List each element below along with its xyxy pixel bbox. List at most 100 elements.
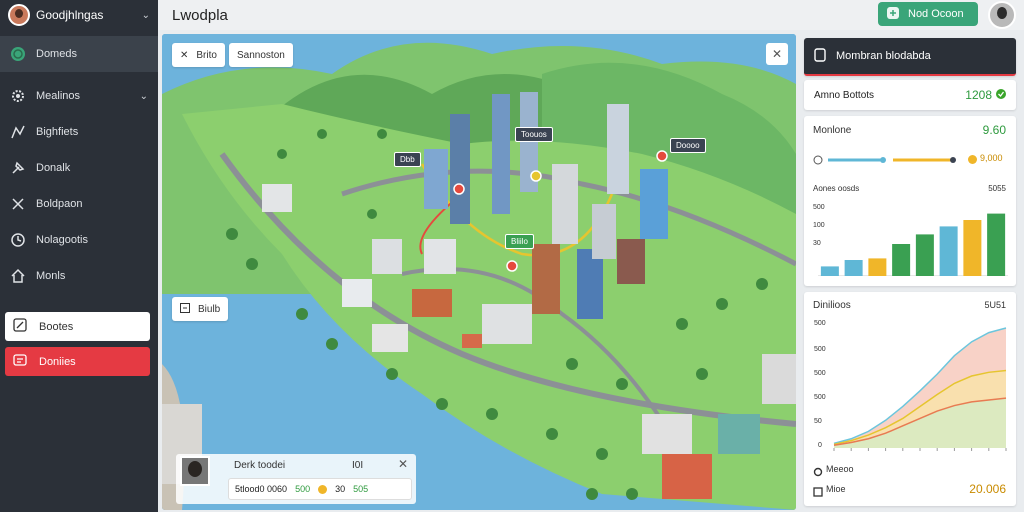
sidebar-header[interactable]: Goodjhlngas ⌄	[0, 0, 158, 30]
map-label[interactable]: Toouos	[515, 127, 553, 142]
sidebar: Goodjhlngas ⌄ Domeds Mealinos ⌄ Bighfiet…	[0, 0, 158, 512]
close-icon[interactable]: ✕	[766, 43, 788, 65]
button-label: Nod Ocoon	[908, 8, 964, 20]
close-filter-chip[interactable]: ✕ Brito	[172, 43, 225, 67]
bar	[892, 244, 911, 276]
new-action-button[interactable]: Nod Ocoon	[878, 2, 978, 26]
sub-value: 5055	[988, 184, 1006, 193]
y-tick: 500	[814, 370, 826, 377]
chart-title: Monlone	[813, 125, 852, 136]
range-slider[interactable]	[813, 152, 963, 165]
stat-value: 30	[335, 484, 346, 494]
chevron-down-icon[interactable]: ⌄	[140, 91, 148, 102]
legend-label: Mioe	[826, 484, 846, 494]
map-illustration	[162, 34, 796, 510]
sidebar-item-label: Bighfiets	[36, 126, 79, 138]
sidebar-item-label: Donalk	[36, 162, 71, 174]
map-label[interactable]: Bliilo	[505, 234, 534, 249]
footer-value: 20.006	[969, 482, 1006, 496]
sidebar-item-label: Monls	[36, 270, 66, 282]
info-title: Derk toodei	[234, 460, 286, 471]
sidebar-item-monls[interactable]: Monls	[0, 258, 158, 294]
chart-value: 9.60	[982, 123, 1006, 137]
card-label: Bootes	[39, 320, 74, 333]
clock-icon	[10, 232, 26, 248]
summary-row[interactable]: Amno Bottots 1208	[804, 80, 1016, 110]
info-value: I0I	[352, 460, 364, 471]
home-icon	[10, 268, 26, 284]
row-value: 1208	[965, 88, 992, 102]
y-tick: 0	[818, 442, 822, 449]
bar	[939, 226, 958, 276]
location-icon	[813, 464, 823, 482]
sidebar-item-donalk[interactable]: Donalk	[0, 150, 158, 186]
coin-icon	[968, 155, 977, 164]
sidebar-card-doniies[interactable]: Doniies	[5, 347, 150, 376]
sidebar-item-domeds[interactable]: Domeds	[0, 36, 158, 72]
chevron-down-icon[interactable]: ⌄	[142, 10, 150, 21]
bar	[987, 213, 1006, 276]
sidebar-item-label: Nolagootis	[36, 234, 88, 246]
location-info-panel[interactable]: Derk toodei I0I ✕ 5tlood0 0060 500 30 50…	[176, 454, 416, 504]
user-avatar[interactable]	[988, 1, 1016, 29]
sidebar-item-nolagootis[interactable]: Nolagootis	[0, 222, 158, 258]
city-map[interactable]: ✕ Brito Sannoston ✕ Biulb Dbb Toouos Bli…	[162, 34, 796, 510]
document-icon	[814, 47, 826, 65]
area-chart-panel: Dinilioos 5U51 500 500 500 500 50 0 Meeo…	[804, 292, 1016, 506]
panel-header[interactable]: Mombran blodabda	[804, 38, 1016, 76]
layer-chip[interactable]: Biulb	[172, 297, 229, 321]
sidebar-item-label: Domeds	[36, 48, 77, 60]
area-chart	[833, 327, 1007, 451]
y-tick: 500	[814, 320, 826, 327]
legend-label: Meeoo	[826, 464, 854, 474]
tools-icon	[10, 196, 26, 212]
globe-icon	[10, 46, 26, 62]
bar	[820, 266, 839, 276]
avatar[interactable]	[8, 4, 30, 26]
stat-label: 5tlood0 0060	[235, 484, 288, 494]
coin-icon	[318, 484, 328, 494]
y-tick: 500	[814, 346, 826, 353]
close-icon[interactable]: ✕	[180, 50, 188, 61]
close-icon[interactable]: ✕	[398, 457, 408, 471]
sidebar-item-label: Mealinos	[36, 90, 81, 102]
map-label[interactable]: Dbb	[394, 152, 421, 167]
sidebar-item-bighfiets[interactable]: Bighfiets	[0, 114, 158, 150]
sub-label: Aones oosds	[813, 184, 860, 193]
chart-icon	[10, 124, 26, 140]
chart-value: 5U51	[984, 300, 1006, 310]
chip-label: Brito	[196, 49, 217, 61]
checkmark-icon	[996, 88, 1006, 102]
stat-value: 505	[353, 484, 369, 494]
row-label: Amno Bottots	[814, 89, 875, 101]
top-bar: Lwodpla Nod Ocoon	[158, 0, 1024, 30]
filter-chip[interactable]: Sannoston	[229, 43, 293, 67]
chip-label: Biulb	[198, 303, 221, 315]
chart-title: Dinilioos	[813, 300, 851, 311]
gear-icon	[10, 88, 26, 104]
plus-icon	[886, 6, 900, 23]
sidebar-card-bootes[interactable]: Bootes	[5, 312, 150, 341]
bar-chart-panel: Monlone 9.60 9,000 Aones oosds 5055 500 …	[804, 116, 1016, 286]
card-label: Doniies	[39, 355, 76, 368]
edit-icon	[13, 318, 27, 335]
list-icon	[13, 353, 27, 370]
sidebar-item-label: Boldpaon	[36, 198, 83, 210]
panel-title: Mombran blodabda	[836, 50, 931, 62]
calendar-icon	[813, 484, 823, 502]
bar	[915, 234, 934, 276]
sidebar-item-boldpaon[interactable]: Boldpaon	[0, 186, 158, 222]
layer-icon	[180, 302, 190, 316]
slider-value: 9,000	[980, 153, 1003, 163]
map-label[interactable]: Doooo	[670, 138, 706, 153]
y-tick: 500	[814, 394, 826, 401]
sidebar-item-mealinos[interactable]: Mealinos ⌄	[0, 78, 158, 114]
page-title: Lwodpla	[172, 6, 228, 24]
bar	[844, 260, 863, 276]
stat-value: 500	[295, 484, 311, 494]
bar	[868, 258, 887, 276]
chip-label: Sannoston	[237, 49, 285, 61]
info-stats-bar: 5tlood0 0060 500 30 505	[228, 478, 412, 500]
location-photo	[180, 456, 210, 486]
sidebar-title: Goodjhlngas	[36, 8, 104, 22]
